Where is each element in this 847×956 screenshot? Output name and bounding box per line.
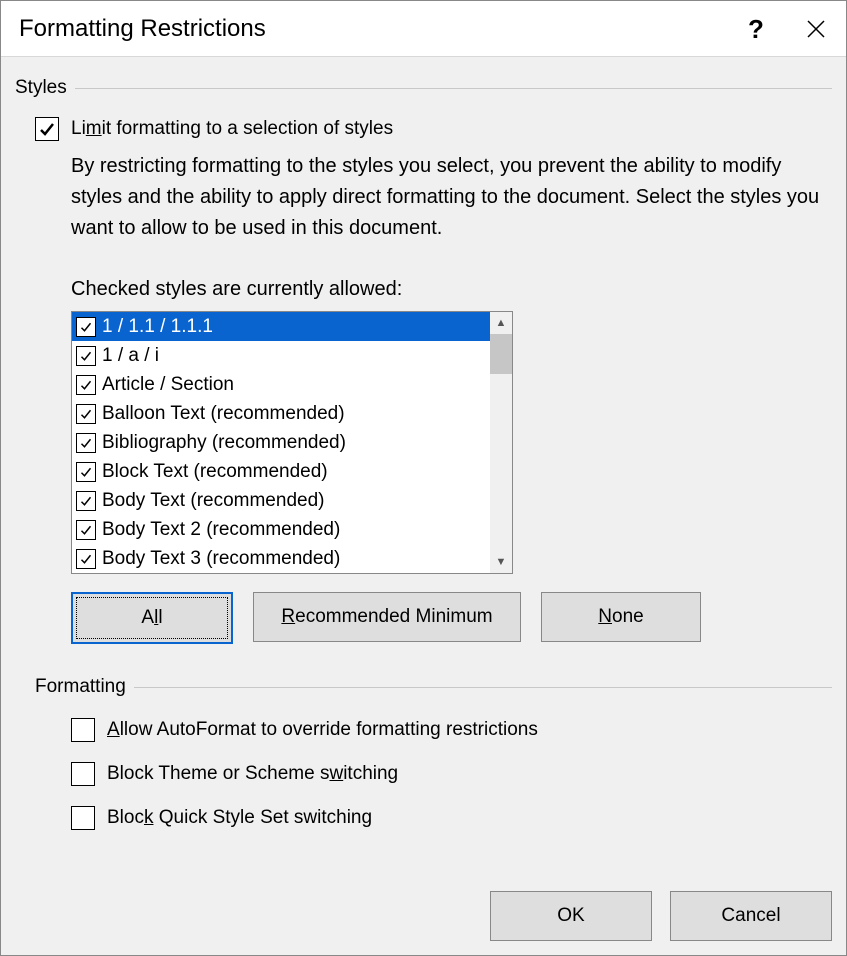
list-item[interactable]: 1 / a / i <box>72 341 490 370</box>
scroll-thumb[interactable] <box>490 334 512 374</box>
scroll-down-icon[interactable]: ▼ <box>490 551 512 573</box>
checkbox-icon <box>76 375 96 395</box>
limit-formatting-label: Limit formatting to a selection of style… <box>71 118 393 140</box>
formatting-checkbox-label: Block Theme or Scheme switching <box>107 763 398 785</box>
list-item[interactable]: Body Text 2 (recommended) <box>72 515 490 544</box>
styles-listbox[interactable]: 1 / 1.1 / 1.1.1 1 / a / i Article / Sectio… <box>71 311 513 574</box>
list-item[interactable]: Block Text (recommended) <box>72 457 490 486</box>
listbox-scrollbar[interactable]: ▲ ▼ <box>490 312 512 573</box>
formatting-checkbox-1[interactable]: Block Theme or Scheme switching <box>71 762 832 786</box>
list-item[interactable]: Balloon Text (recommended) <box>72 399 490 428</box>
description-text: By restricting formatting to the styles … <box>71 151 832 244</box>
recommended-minimum-button[interactable]: Recommended Minimum <box>253 592 521 642</box>
checkbox-icon <box>76 520 96 540</box>
list-item-label: Body Text 3 (recommended) <box>102 548 340 570</box>
list-item-label: Bibliography (recommended) <box>102 432 346 454</box>
checkbox-icon <box>76 317 96 337</box>
list-item-label: 1 / 1.1 / 1.1.1 <box>102 316 213 338</box>
checkbox-icon <box>71 762 95 786</box>
styles-list-header: Checked styles are currently allowed: <box>71 278 832 301</box>
dialog-title: Formatting Restrictions <box>19 15 726 43</box>
checkbox-icon <box>71 806 95 830</box>
none-button[interactable]: None <box>541 592 701 642</box>
list-item-label: Body Text (recommended) <box>102 490 324 512</box>
list-item[interactable]: Bibliography (recommended) <box>72 428 490 457</box>
list-item-label: Balloon Text (recommended) <box>102 403 345 425</box>
list-item-label: Block Text (recommended) <box>102 461 328 483</box>
checkbox-icon <box>71 718 95 742</box>
list-item[interactable]: Article / Section <box>72 370 490 399</box>
formatting-checkbox-label: Allow AutoFormat to override formatting … <box>107 719 538 741</box>
all-button[interactable]: All <box>71 592 233 644</box>
scroll-up-icon[interactable]: ▲ <box>490 312 512 334</box>
cancel-button[interactable]: Cancel <box>670 891 832 941</box>
formatting-checkbox-0[interactable]: Allow AutoFormat to override formatting … <box>71 718 832 742</box>
checkbox-icon <box>76 404 96 424</box>
checkbox-icon <box>76 433 96 453</box>
checkbox-icon <box>76 491 96 511</box>
checkbox-icon <box>76 462 96 482</box>
checkbox-icon <box>76 346 96 366</box>
list-item[interactable]: Body Text (recommended) <box>72 486 490 515</box>
formatting-checkbox-label: Block Quick Style Set switching <box>107 807 372 829</box>
styles-section-label: Styles <box>15 77 832 99</box>
checkbox-icon <box>76 549 96 569</box>
help-button[interactable]: ? <box>726 1 786 56</box>
formatting-checkbox-2[interactable]: Block Quick Style Set switching <box>71 806 832 830</box>
list-item-label: 1 / a / i <box>102 345 159 367</box>
close-button[interactable] <box>786 1 846 56</box>
title-bar: Formatting Restrictions ? <box>1 1 846 57</box>
limit-formatting-checkbox[interactable]: Limit formatting to a selection of style… <box>35 117 832 141</box>
close-icon <box>806 19 826 39</box>
list-item-label: Body Text 2 (recommended) <box>102 519 340 541</box>
list-item[interactable]: 1 / 1.1 / 1.1.1 <box>72 312 490 341</box>
checkbox-icon <box>35 117 59 141</box>
ok-button[interactable]: OK <box>490 891 652 941</box>
list-item-label: Article / Section <box>102 374 234 396</box>
formatting-section-label: Formatting <box>35 676 832 698</box>
list-item[interactable]: Body Text 3 (recommended) <box>72 544 490 573</box>
